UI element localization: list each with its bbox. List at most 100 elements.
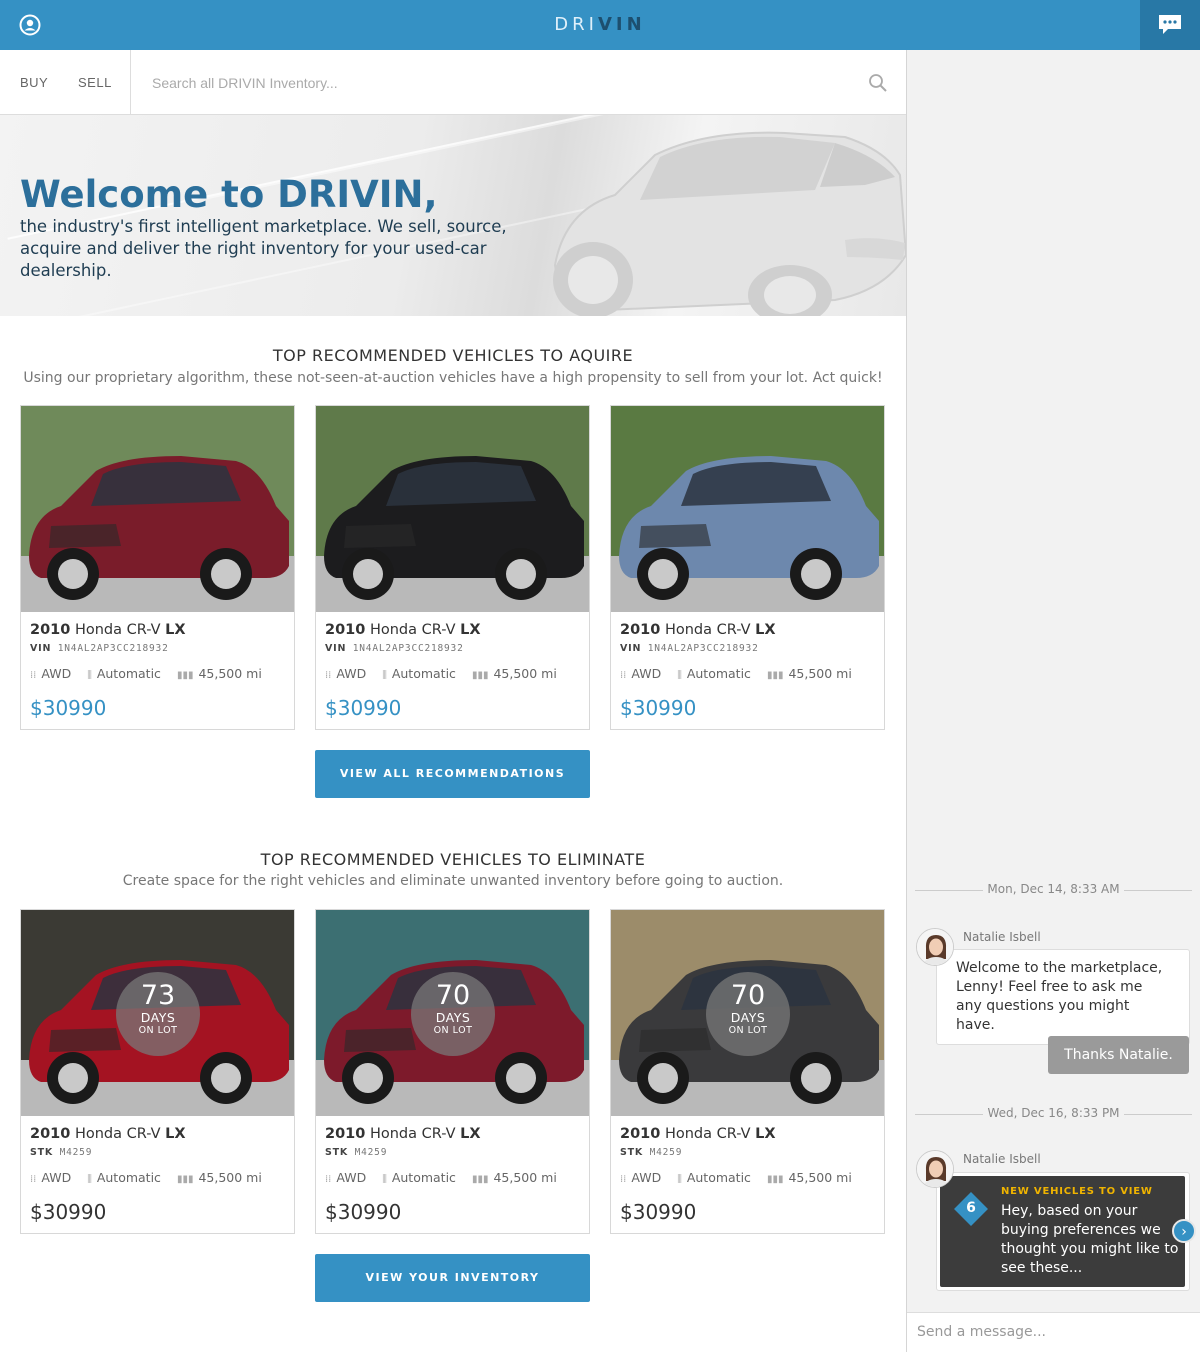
chevron-right-icon[interactable]: › xyxy=(1172,1219,1196,1243)
days-label: DAYS xyxy=(140,1010,176,1025)
chat-panel: Mon, Dec 14, 8:33 AM Natalie Isbell Welc… xyxy=(907,50,1200,1352)
vehicle-code: STK M4259 xyxy=(620,1147,683,1158)
chat-date-separator: Wed, Dec 16, 8:33 PM xyxy=(915,1106,1192,1122)
message-input[interactable] xyxy=(907,1313,1200,1351)
drive-spec: ⁞⁞ AWD xyxy=(620,1170,662,1185)
vehicle-title: 2010 Honda CR-V LX xyxy=(30,622,186,638)
mileage-spec: ▮▮▮ 45,500 mi xyxy=(176,666,262,681)
vehicle-title: 2010 Honda CR-V LX xyxy=(325,622,481,638)
vehicle-card[interactable]: 73 DAYS ON LOT 2010 Honda CR-V LX STK M4… xyxy=(20,909,295,1234)
buy-tab[interactable]: BUY xyxy=(20,75,48,90)
vehicle-specs: ⁞⁞ AWD ⫼ Automatic ▮▮▮ 45,500 mi xyxy=(30,1170,262,1185)
mileage-spec: ▮▮▮ 45,500 mi xyxy=(176,1170,262,1185)
transmission-spec: ⫼ Automatic xyxy=(87,666,161,681)
vehicle-card[interactable]: 2010 Honda CR-V LX VIN 1N4AL2AP3CC218932… xyxy=(20,405,295,730)
vehicle-specs: ⁞⁞ AWD ⫼ Automatic ▮▮▮ 45,500 mi xyxy=(620,1170,852,1185)
eliminate-section-title: TOP RECOMMENDED VEHICLES TO ELIMINATE xyxy=(260,850,646,869)
view-your-inventory-button[interactable]: VIEW YOUR INVENTORY xyxy=(315,1254,590,1302)
view-all-recommendations-button[interactable]: VIEW ALL RECOMMENDATIONS xyxy=(315,750,590,798)
vehicle-code: VIN 1N4AL2AP3CC218932 xyxy=(30,643,169,654)
gearbox-icon: ⫼ xyxy=(677,1174,682,1185)
hero-banner: Welcome to DRIVIN, the industry's first … xyxy=(0,115,906,316)
sell-tab[interactable]: SELL xyxy=(78,75,112,90)
hero-subtitle: the industry's first intelligent marketp… xyxy=(20,217,507,280)
logo-text-right: VIN xyxy=(597,14,646,35)
transmission-spec: ⫼ Automatic xyxy=(382,1170,456,1185)
chat-date-separator: Mon, Dec 14, 8:33 AM xyxy=(915,882,1192,898)
promo-title: NEW VEHICLES TO VIEW xyxy=(1001,1186,1153,1197)
vehicle-card[interactable]: 70 DAYS ON LOT 2010 Honda CR-V LX STK M4… xyxy=(315,909,590,1234)
transmission-spec: ⫼ Automatic xyxy=(677,666,751,681)
hero-title: Welcome to DRIVIN, xyxy=(20,173,438,216)
vehicle-title: 2010 Honda CR-V LX xyxy=(30,1126,186,1142)
vehicle-price: $30990 xyxy=(620,696,697,720)
chat-toggle-button[interactable] xyxy=(1140,0,1200,50)
drivetrain-icon: ⁞⁞ xyxy=(620,670,627,681)
days-count: 70 xyxy=(730,980,766,1011)
vehicle-photo-frame: 70 DAYS ON LOT xyxy=(611,910,884,1116)
gearbox-icon: ⫼ xyxy=(87,670,92,681)
message-sender-name: Natalie Isbell xyxy=(963,930,1041,944)
vehicle-photo xyxy=(316,406,589,612)
chat-bubble-icon xyxy=(1159,15,1181,34)
vehicle-specs: ⁞⁞ AWD ⫼ Automatic ▮▮▮ 45,500 mi xyxy=(325,1170,557,1185)
separator-line xyxy=(915,1114,983,1115)
vehicle-price: $30990 xyxy=(325,1200,402,1224)
vehicle-photo-frame: 70 DAYS ON LOT xyxy=(316,910,589,1116)
days-on-lot-badge: 70 DAYS ON LOT xyxy=(706,972,790,1056)
separator-line xyxy=(915,890,983,891)
vehicle-price: $30990 xyxy=(325,696,402,720)
drivetrain-icon: ⁞⁞ xyxy=(30,670,37,681)
message-composer xyxy=(907,1312,1200,1352)
vehicle-code: VIN 1N4AL2AP3CC218932 xyxy=(325,643,464,654)
vehicle-photo-frame: 73 DAYS ON LOT xyxy=(21,910,294,1116)
vehicle-card[interactable]: 70 DAYS ON LOT 2010 Honda CR-V LX STK M4… xyxy=(610,909,885,1234)
drive-spec: ⁞⁞ AWD xyxy=(620,666,662,681)
transmission-spec: ⫼ Automatic xyxy=(382,666,456,681)
vehicle-card[interactable]: 2010 Honda CR-V LX VIN 1N4AL2AP3CC218932… xyxy=(315,405,590,730)
vehicle-photo-frame xyxy=(611,406,884,612)
nav-divider xyxy=(130,50,131,115)
eliminate-section-subtitle: Create space for the right vehicles and … xyxy=(122,873,784,889)
message-sender-name: Natalie Isbell xyxy=(963,1152,1041,1166)
odometer-icon: ▮▮▮ xyxy=(471,670,489,681)
odometer-icon: ▮▮▮ xyxy=(176,1174,194,1185)
main-content: BUY SELL Welcome to DRIVIN, the industry… xyxy=(0,50,906,1352)
drive-spec: ⁞⁞ AWD xyxy=(30,1170,72,1185)
app-logo[interactable]: DRIVIN xyxy=(0,14,1200,35)
incoming-message: Welcome to the marketplace, Lenny! Feel … xyxy=(936,949,1190,1045)
hero-car-image xyxy=(553,131,906,316)
days-on-lot-badge: 70 DAYS ON LOT xyxy=(411,972,495,1056)
gearbox-icon: ⫼ xyxy=(677,670,682,681)
drivetrain-icon: ⁞⁞ xyxy=(30,1174,37,1185)
mileage-spec: ▮▮▮ 45,500 mi xyxy=(766,1170,852,1185)
top-bar: DRIVIN xyxy=(0,0,1200,50)
search-input[interactable] xyxy=(140,66,840,100)
vehicle-code: STK M4259 xyxy=(325,1147,388,1158)
odometer-icon: ▮▮▮ xyxy=(176,670,194,681)
on-lot-label: ON LOT xyxy=(138,1025,178,1036)
days-label: DAYS xyxy=(435,1010,471,1025)
vehicle-title: 2010 Honda CR-V LX xyxy=(620,1126,776,1142)
chat-date-label: Wed, Dec 16, 8:33 PM xyxy=(987,1106,1120,1120)
promo-count: 6 xyxy=(966,1200,976,1216)
transmission-spec: ⫼ Automatic xyxy=(677,1170,751,1185)
chat-date-label: Mon, Dec 14, 8:33 AM xyxy=(987,882,1120,896)
vehicle-price: $30990 xyxy=(30,696,107,720)
acquire-section-subtitle: Using our proprietary algorithm, these n… xyxy=(23,370,883,386)
acquire-section-title: TOP RECOMMENDED VEHICLES TO AQUIRE xyxy=(272,346,634,365)
search-icon[interactable] xyxy=(868,73,888,93)
separator-line xyxy=(1124,1114,1192,1115)
mileage-spec: ▮▮▮ 45,500 mi xyxy=(766,666,852,681)
vehicle-specs: ⁞⁞ AWD ⫼ Automatic ▮▮▮ 45,500 mi xyxy=(325,666,557,681)
on-lot-label: ON LOT xyxy=(433,1025,473,1036)
new-vehicles-promo-card[interactable]: 6 NEW VEHICLES TO VIEW Hey, based on you… xyxy=(940,1176,1185,1287)
odometer-icon: ▮▮▮ xyxy=(766,1174,784,1185)
days-on-lot-badge: 73 DAYS ON LOT xyxy=(116,972,200,1056)
vehicle-card[interactable]: 2010 Honda CR-V LX VIN 1N4AL2AP3CC218932… xyxy=(610,405,885,730)
odometer-icon: ▮▮▮ xyxy=(471,1174,489,1185)
vehicle-photo-frame xyxy=(21,406,294,612)
drive-spec: ⁞⁞ AWD xyxy=(325,1170,367,1185)
logo-text-left: DRI xyxy=(554,14,598,35)
drive-spec: ⁞⁞ AWD xyxy=(325,666,367,681)
